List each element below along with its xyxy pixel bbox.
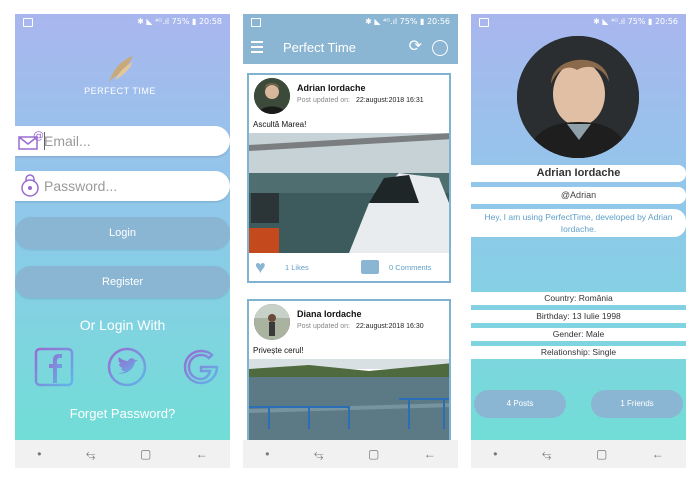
profile-country: Country: România: [471, 292, 686, 305]
post-updated-label: Post updated on:: [297, 323, 350, 330]
profile-handle: @Adrian: [471, 187, 686, 204]
profile-screen: ✱ ◣ ⁴ᴳ.ıl 75% ▮ 20:56 Adrian Iordache @A…: [471, 14, 686, 468]
gallery-icon: [479, 18, 489, 27]
email-placeholder: Email...: [44, 133, 91, 149]
svg-text:@: @: [33, 129, 43, 142]
login-button[interactable]: Login: [15, 217, 230, 249]
status-bar: ✱ ◣ ⁴ᴳ.ıl 75% ▮ 20:58: [15, 14, 230, 32]
back-button[interactable]: ←: [652, 447, 664, 461]
system-nav-bar: • ⥃ ▢ ←: [243, 440, 458, 468]
friends-button[interactable]: 1 Friends: [591, 390, 683, 418]
recents-button[interactable]: ⥃: [542, 447, 552, 462]
home-button[interactable]: ▢: [596, 447, 607, 461]
refresh-icon[interactable]: ⟳: [409, 39, 422, 55]
post-date: 22:august:2018 16:30: [355, 323, 424, 330]
email-field[interactable]: @ Email...: [15, 126, 230, 156]
back-button[interactable]: ←: [196, 447, 208, 461]
gallery-icon: [251, 18, 261, 27]
system-nav-bar: • ⥃ ▢ ←: [471, 440, 686, 468]
app-bar: Perfect Time ⟳: [243, 32, 458, 64]
forget-password-link[interactable]: Forget Password?: [15, 406, 230, 421]
profile-name: Adrian Iordache: [471, 165, 686, 182]
recents-button[interactable]: ⥃: [314, 447, 324, 462]
post-author[interactable]: Adrian Iordache: [297, 83, 366, 93]
post-image[interactable]: [249, 133, 449, 253]
facebook-icon[interactable]: [34, 347, 74, 387]
brand-name: PERFECT TIME: [84, 86, 156, 96]
profile-relationship: Relationship: Single: [471, 346, 686, 359]
posts-button[interactable]: 4 Posts: [474, 390, 566, 418]
profile-avatar[interactable]: [517, 36, 639, 158]
profile-gender: Gender: Male: [471, 328, 686, 341]
avatar[interactable]: [254, 304, 290, 340]
post-text: Ascultă Marea!: [253, 120, 307, 129]
login-screen: ✱ ◣ ⁴ᴳ.ıl 75% ▮ 20:58 PERFECT TIME @ Ema…: [15, 14, 230, 468]
recents-button[interactable]: ⥃: [86, 447, 96, 462]
system-nav-bar: • ⥃ ▢ ←: [15, 440, 230, 468]
google-icon[interactable]: [181, 347, 221, 387]
comment-icon[interactable]: [361, 260, 379, 274]
post-meta: Post updated on: 22:august:2018 16:31: [297, 97, 424, 104]
likes-count[interactable]: 1 Likes: [285, 263, 309, 272]
status-bar: ✱ ◣ ⁴ᴳ.ıl 75% ▮ 20:56: [471, 14, 686, 32]
app-title: Perfect Time: [283, 40, 356, 55]
home-button[interactable]: ▢: [140, 447, 151, 461]
post-updated-label: Post updated on:: [297, 97, 350, 104]
post-card: Adrian Iordache Post updated on: 22:augus…: [247, 73, 451, 283]
feather-icon: [109, 56, 133, 82]
image-upload-icon[interactable]: [432, 40, 448, 56]
post-author[interactable]: Diana Iordache: [297, 309, 362, 319]
email-icon: @: [18, 129, 43, 150]
password-placeholder: Password...: [44, 178, 118, 194]
post-meta: Post updated on: 22:august:2018 16:30: [297, 323, 424, 330]
post-actions: ♥ 1 Likes 0 Comments: [249, 255, 449, 281]
nav-dot: •: [265, 447, 270, 461]
register-button[interactable]: Register: [15, 266, 230, 298]
nav-dot: •: [493, 447, 498, 461]
comments-count[interactable]: 0 Comments: [389, 263, 432, 272]
lock-icon: [21, 174, 39, 197]
post-date: 22:august:2018 16:31: [355, 97, 424, 104]
home-button[interactable]: ▢: [368, 447, 379, 461]
or-login-with-label: Or Login With: [79, 317, 166, 333]
status-text: ✱ ◣ ⁴ᴳ.ıl 75% ▮ 20:56: [365, 17, 450, 26]
gallery-icon: [23, 18, 33, 27]
back-button[interactable]: ←: [424, 447, 436, 461]
app-logo: PERFECT TIME: [80, 54, 160, 96]
menu-icon[interactable]: [251, 41, 263, 53]
profile-bio: Hey, I am using PerfectTime, developed b…: [471, 209, 686, 237]
nav-dot: •: [37, 447, 42, 461]
twitter-icon[interactable]: [107, 347, 147, 387]
status-bar: ✱ ◣ ⁴ᴳ.ıl 75% ▮ 20:56: [243, 14, 458, 32]
password-field[interactable]: Password...: [15, 171, 230, 201]
avatar[interactable]: [254, 78, 290, 114]
status-text: ✱ ◣ ⁴ᴳ.ıl 75% ▮ 20:56: [593, 17, 678, 26]
profile-birthday: Birthday: 13 Iulie 1998: [471, 310, 686, 323]
like-icon[interactable]: ♥: [255, 258, 266, 276]
post-text: Privește cerul!: [253, 346, 304, 355]
status-text: ✱ ◣ ⁴ᴳ.ıl 75% ▮ 20:58: [137, 17, 222, 26]
feed-screen: ✱ ◣ ⁴ᴳ.ıl 75% ▮ 20:56 Perfect Time ⟳ Adr…: [243, 14, 458, 468]
